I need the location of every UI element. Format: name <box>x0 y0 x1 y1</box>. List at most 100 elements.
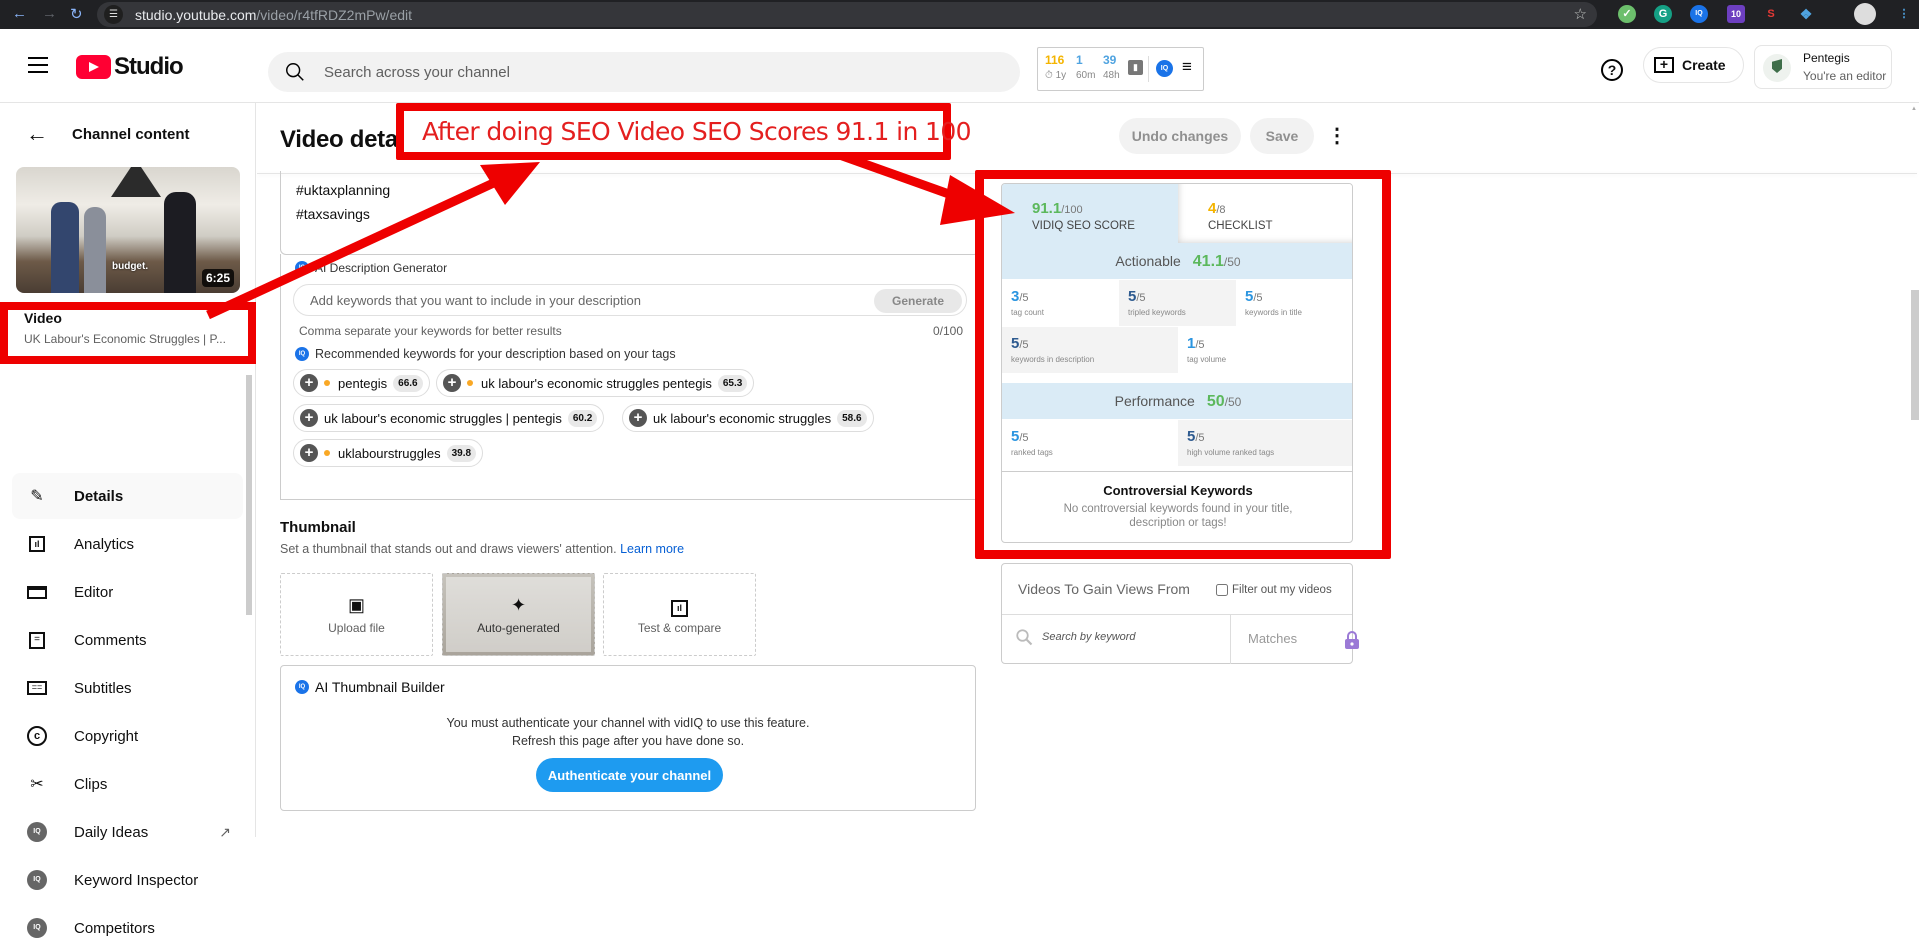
annotation-box-video <box>0 302 256 364</box>
recommended-keywords-header: IQ Recommended keywords for your descrip… <box>295 347 676 361</box>
search-bar[interactable] <box>268 52 1020 92</box>
page-scrollbar[interactable] <box>1911 290 1919 420</box>
editor-icon <box>25 580 49 604</box>
keywords-field[interactable]: Generate <box>293 284 967 316</box>
sidebar: ← Channel content budget. 6:25 Video UK … <box>0 103 256 938</box>
create-video-icon: + <box>1654 57 1674 73</box>
forward-icon[interactable]: → <box>42 5 57 22</box>
vidiq-menu-icon[interactable]: ≡ <box>1182 57 1192 77</box>
sidebar-item-keyword-inspector[interactable]: IQ Keyword Inspector <box>12 857 243 903</box>
gain-panel-title: Videos To Gain Views From <box>1018 581 1190 597</box>
arrow-left-icon: ← <box>26 121 48 146</box>
thumb-scene <box>84 207 106 293</box>
back-to-channel-content[interactable]: ← Channel content <box>26 121 190 147</box>
divider <box>1230 614 1231 664</box>
extensions-puzzle-icon[interactable]: ❖ <box>1797 5 1815 23</box>
vidiq-stats-widget[interactable]: 116 ⏱ 1y 1 60m 39 48h ▮ IQ ≡ <box>1037 47 1204 91</box>
video-thumbnail[interactable]: budget. 6:25 <box>16 167 240 293</box>
sidebar-item-copyright[interactable]: c Copyright <box>12 713 243 759</box>
ai-description-header: IQ AI Description Generator <box>295 261 447 275</box>
vidiq-icon: IQ <box>25 868 49 892</box>
stats-chart-icon[interactable]: ▮ <box>1128 60 1143 75</box>
undo-changes-button[interactable]: Undo changes <box>1119 118 1241 154</box>
seo-extension-icon[interactable]: S <box>1762 5 1780 23</box>
save-button[interactable]: Save <box>1250 118 1314 154</box>
vidiq-logo-icon[interactable]: IQ <box>1156 60 1173 77</box>
search-input[interactable] <box>324 52 1004 92</box>
plus-icon: + <box>300 444 318 462</box>
extension-mail-icon[interactable]: ✓ <box>1618 5 1636 23</box>
analytics-icon: ıl <box>671 595 688 617</box>
keywords-counter: 0/100 <box>932 324 963 338</box>
vidiq-icon: IQ <box>295 680 309 694</box>
stat-label: ⏱ 1y <box>1045 70 1067 81</box>
scroll-up-arrow[interactable]: ▲ <box>1911 106 1917 112</box>
vidiq-icon: IQ <box>295 261 309 275</box>
account-switcher[interactable]: Pentegis You're an editor <box>1754 45 1892 89</box>
dot-icon <box>324 450 330 456</box>
stat-value: 39 <box>1103 53 1117 67</box>
more-options-icon[interactable]: ⋮ <box>1327 123 1347 149</box>
generate-button[interactable]: Generate <box>874 289 962 313</box>
vidiq-extension-icon[interactable]: IQ <box>1690 5 1708 23</box>
keywords-input[interactable] <box>310 285 830 315</box>
reload-icon[interactable]: ↻ <box>70 5 83 23</box>
sidebar-item-clips[interactable]: ✂ Clips <box>12 761 243 807</box>
video-duration: 6:25 <box>201 269 234 287</box>
keyword-search-input[interactable] <box>1042 623 1222 651</box>
test-compare-button[interactable]: ıl Test & compare <box>603 573 756 656</box>
keyword-chip[interactable]: + uk labour's economic struggles pentegi… <box>436 369 755 397</box>
keyword-chip[interactable]: + uk labour's economic struggles | pente… <box>293 404 605 432</box>
sidebar-item-comments[interactable]: = Comments <box>12 617 243 663</box>
divider <box>1002 614 1352 615</box>
keyword-chip[interactable]: + uk labour's economic struggles 58.6 <box>622 404 874 432</box>
vidiq-icon: IQ <box>25 820 49 844</box>
address-bar[interactable]: ☰ studio.youtube.com/video/r4tfRDZ2mPw/e… <box>97 2 1597 27</box>
browser-menu-icon[interactable]: ⋮ <box>1895 5 1913 23</box>
menu-icon[interactable] <box>28 57 48 78</box>
sidebar-item-competitors[interactable]: IQ Competitors <box>12 905 243 951</box>
sidebar-item-editor[interactable]: Editor <box>12 569 243 615</box>
back-icon[interactable]: ← <box>12 5 27 22</box>
plus-icon: + <box>300 374 318 392</box>
stat-value: 116 <box>1045 53 1065 67</box>
authenticate-channel-button[interactable]: Authenticate your channel <box>536 758 723 792</box>
studio-logo[interactable]: Studio <box>76 53 184 81</box>
stat-label: 60m <box>1076 70 1096 81</box>
auto-generated-thumbnail[interactable]: ✦ Auto-generated <box>442 573 595 656</box>
keyword-chip[interactable]: + pentegis 66.6 <box>293 369 430 397</box>
sidebar-item-details[interactable]: ✎ Details <box>12 473 243 519</box>
description-field[interactable]: #uktaxplanning #taxsavings <box>280 171 980 255</box>
filter-my-videos-checkbox[interactable]: Filter out my videos <box>1216 584 1332 596</box>
thumb-scene <box>164 192 196 293</box>
description-line: #taxsavings <box>296 206 370 222</box>
profile-avatar[interactable] <box>1854 3 1876 25</box>
upload-thumbnail-button[interactable]: ▣ Upload file <box>280 573 433 656</box>
thumbnail-section-description: Set a thumbnail that stands out and draw… <box>280 542 685 556</box>
subtitles-icon: == <box>25 676 49 700</box>
keyword-score: 58.6 <box>837 409 867 427</box>
grammarly-icon[interactable]: G <box>1654 5 1672 23</box>
keyword-chip[interactable]: + uklabourstruggles 39.8 <box>293 439 484 467</box>
keywords-helper-text: Comma separate your keywords for better … <box>299 324 562 338</box>
add-image-icon: ▣ <box>347 594 365 615</box>
create-button[interactable]: + Create <box>1643 47 1744 83</box>
extension-badge-icon[interactable]: 10 <box>1727 5 1745 23</box>
sidebar-item-subtitles[interactable]: == Subtitles <box>12 665 243 711</box>
learn-more-link[interactable]: Learn more <box>620 542 684 556</box>
thumb-scene <box>51 202 79 293</box>
analytics-icon: ıl <box>25 532 49 556</box>
sidebar-item-analytics[interactable]: ıl Analytics <box>12 521 243 567</box>
matches-label[interactable]: Matches <box>1248 631 1297 646</box>
url-text: studio.youtube.com/video/r4tfRDZ2mPw/edi… <box>135 7 413 23</box>
site-settings-icon[interactable]: ☰ <box>104 5 123 24</box>
plus-icon: + <box>300 409 318 427</box>
keyword-score: 60.2 <box>567 409 598 427</box>
sidebar-item-daily-ideas[interactable]: IQ Daily Ideas ↗ <box>12 809 243 855</box>
bookmark-star-icon[interactable]: ☆ <box>1574 5 1587 23</box>
sidebar-scrollbar[interactable] <box>246 375 252 615</box>
filter-checkbox[interactable] <box>1216 584 1228 596</box>
help-icon[interactable]: ? <box>1601 59 1623 81</box>
keyword-score: 39.8 <box>446 444 477 462</box>
copyright-icon: c <box>25 724 49 748</box>
